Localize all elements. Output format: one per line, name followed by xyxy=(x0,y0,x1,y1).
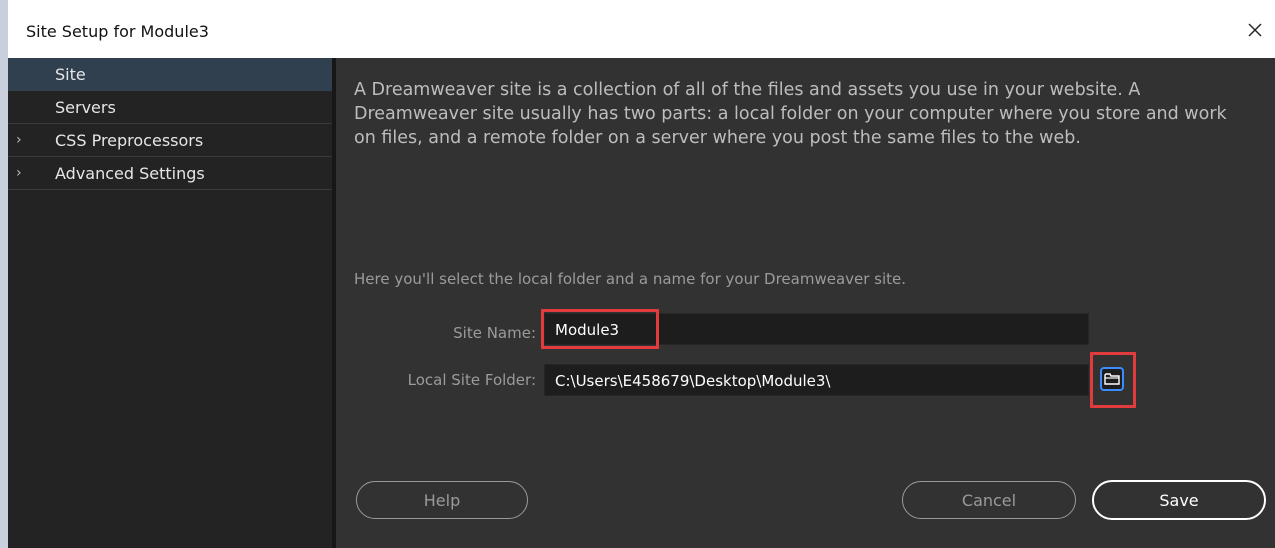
save-button[interactable]: Save xyxy=(1092,480,1266,520)
category-sidebar: Site Servers › CSS Preprocessors › Advan… xyxy=(8,58,332,548)
sidebar-item-site[interactable]: Site xyxy=(8,58,332,91)
chevron-right-icon[interactable]: › xyxy=(16,124,22,157)
site-name-input[interactable]: Module3 xyxy=(544,313,1089,345)
sidebar-item-label: Advanced Settings xyxy=(55,164,205,183)
folder-icon xyxy=(1104,373,1120,385)
sidebar-item-label: CSS Preprocessors xyxy=(55,131,204,150)
instruction-text: Here you'll select the local folder and … xyxy=(354,270,907,288)
sidebar-item-advanced-settings[interactable]: › Advanced Settings xyxy=(8,157,332,190)
sidebar-item-label: Site xyxy=(55,65,86,84)
close-button[interactable] xyxy=(1235,10,1275,50)
browse-folder-button[interactable] xyxy=(1100,367,1124,391)
site-name-label: Site Name: xyxy=(453,324,536,342)
cancel-button[interactable]: Cancel xyxy=(902,481,1076,519)
window-title: Site Setup for Module3 xyxy=(26,22,209,41)
sidebar-item-label: Servers xyxy=(55,98,116,117)
chevron-right-icon[interactable]: › xyxy=(16,157,22,190)
local-site-folder-label: Local Site Folder: xyxy=(407,371,536,389)
window-left-edge xyxy=(0,0,8,548)
title-bar: Site Setup for Module3 xyxy=(8,0,1275,58)
sidebar-item-servers[interactable]: Servers xyxy=(8,91,332,124)
local-site-folder-input[interactable]: C:\Users\E458679\Desktop\Module3\ xyxy=(544,364,1089,396)
sidebar-item-css-preprocessors[interactable]: › CSS Preprocessors xyxy=(8,124,332,157)
site-settings-panel: A Dreamweaver site is a collection of al… xyxy=(336,58,1275,548)
close-icon xyxy=(1248,23,1262,37)
help-button[interactable]: Help xyxy=(356,481,528,519)
site-description: A Dreamweaver site is a collection of al… xyxy=(354,80,1227,148)
